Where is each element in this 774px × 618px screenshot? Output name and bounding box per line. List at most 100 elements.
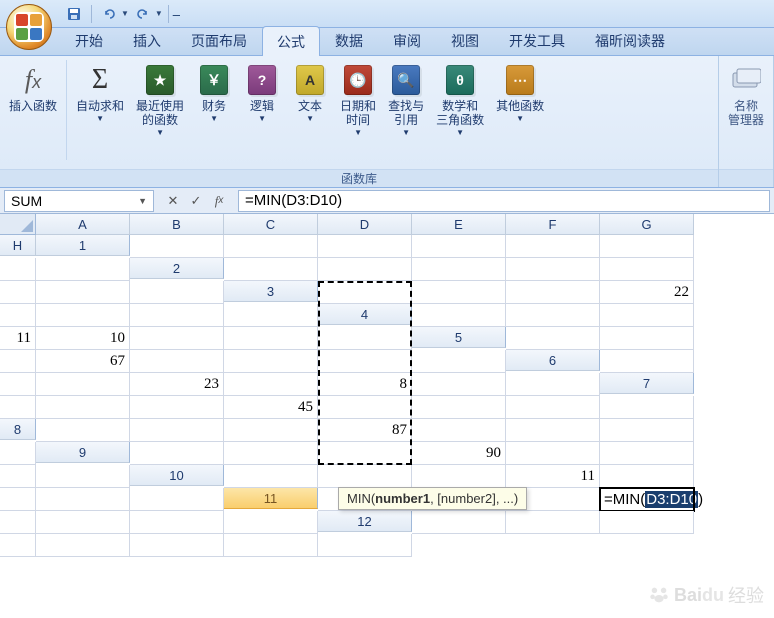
row-header[interactable]: 9 (36, 442, 130, 463)
formula-input[interactable]: =MIN(D3:D10) (238, 190, 770, 212)
row-header[interactable]: 12 (318, 511, 412, 532)
cell[interactable] (130, 235, 224, 258)
cell[interactable] (600, 304, 694, 327)
row-header[interactable]: 4 (318, 304, 412, 325)
cell[interactable] (130, 442, 224, 465)
row-header[interactable]: 7 (600, 373, 694, 394)
column-header[interactable]: A (36, 214, 130, 235)
cell[interactable]: 8 (318, 373, 412, 396)
cell[interactable] (412, 396, 506, 419)
cell[interactable] (224, 511, 318, 534)
text-button[interactable]: A 文本▼ (287, 60, 333, 126)
cell[interactable] (412, 235, 506, 258)
more-functions-button[interactable]: ⋯ 其他函数▼ (491, 60, 549, 126)
tab-home[interactable]: 开始 (60, 25, 118, 55)
redo-dropdown-icon[interactable]: ▼ (155, 9, 163, 18)
cell[interactable] (36, 281, 130, 304)
cell[interactable] (600, 442, 694, 465)
cell[interactable] (0, 373, 36, 396)
cell[interactable] (506, 511, 600, 534)
cell[interactable] (318, 396, 412, 419)
cell[interactable] (224, 327, 318, 350)
cell[interactable] (318, 235, 412, 258)
autosum-button[interactable]: Σ 自动求和▼ (71, 60, 129, 126)
tab-data[interactable]: 数据 (320, 25, 378, 55)
cell[interactable]: 45 (224, 396, 318, 419)
math-trig-button[interactable]: θ 数学和 三角函数▼ (431, 60, 489, 140)
cell[interactable] (130, 304, 224, 327)
tab-developer[interactable]: 开发工具 (494, 25, 580, 55)
column-header[interactable]: H (0, 235, 36, 256)
cell[interactable] (224, 350, 318, 373)
recently-used-button[interactable]: ★ 最近使用 的函数▼ (131, 60, 189, 140)
column-header[interactable]: C (224, 214, 318, 235)
cell[interactable] (506, 396, 600, 419)
cell[interactable] (506, 258, 600, 281)
cell[interactable] (600, 511, 694, 534)
cell[interactable] (506, 442, 600, 465)
cell[interactable] (130, 281, 224, 304)
name-box[interactable]: SUM ▼ (4, 190, 154, 212)
formula-enter-button[interactable]: ✓ (185, 191, 207, 211)
row-header[interactable]: 11 (224, 488, 318, 509)
cell[interactable] (318, 442, 412, 465)
cell[interactable] (130, 396, 224, 419)
cell[interactable] (412, 281, 506, 304)
cell[interactable] (36, 465, 130, 488)
cell[interactable] (318, 350, 412, 373)
financial-button[interactable]: ￥ 财务▼ (191, 60, 237, 126)
formula-fx-button[interactable]: fx (208, 191, 230, 211)
spreadsheet-grid[interactable]: ABCDEFGH12322411105676238745887990101111… (0, 214, 774, 557)
tab-insert[interactable]: 插入 (118, 25, 176, 55)
cell[interactable] (224, 258, 318, 281)
cell[interactable]: 11 (506, 465, 600, 488)
cell[interactable] (130, 350, 224, 373)
cell[interactable]: 67 (36, 350, 130, 373)
cell[interactable] (506, 281, 600, 304)
cell[interactable] (318, 327, 412, 350)
row-header[interactable]: 2 (130, 258, 224, 279)
cell[interactable] (412, 350, 506, 373)
row-header[interactable]: 8 (0, 419, 36, 440)
cell[interactable] (224, 534, 318, 557)
editing-cell[interactable]: =MIN(D3:D10) (600, 488, 694, 511)
cell[interactable] (0, 350, 36, 373)
cell[interactable] (600, 465, 694, 488)
cell[interactable] (36, 304, 130, 327)
cell[interactable] (224, 304, 318, 327)
cell[interactable] (600, 258, 694, 281)
name-box-dropdown-icon[interactable]: ▼ (138, 196, 147, 206)
cell[interactable] (0, 258, 36, 281)
cell[interactable] (36, 534, 130, 557)
cell[interactable] (0, 304, 36, 327)
cell[interactable] (318, 534, 412, 557)
lookup-reference-button[interactable]: 🔍 查找与 引用▼ (383, 60, 429, 140)
cell[interactable] (506, 373, 600, 396)
cell[interactable] (600, 396, 694, 419)
row-header[interactable]: 5 (412, 327, 506, 348)
column-header[interactable]: B (130, 214, 224, 235)
column-header[interactable]: D (318, 214, 412, 235)
undo-button[interactable] (97, 3, 121, 25)
cell[interactable] (600, 327, 694, 350)
redo-button[interactable] (131, 3, 155, 25)
cell[interactable] (412, 465, 506, 488)
cell[interactable] (600, 235, 694, 258)
qat-customize-icon[interactable]: ⚊ (172, 8, 181, 19)
cell[interactable] (506, 304, 600, 327)
office-button[interactable] (6, 4, 52, 50)
cell[interactable] (130, 511, 224, 534)
cell[interactable] (130, 327, 224, 350)
row-header[interactable]: 3 (224, 281, 318, 302)
row-header[interactable]: 6 (506, 350, 600, 371)
cell[interactable] (36, 396, 130, 419)
cell[interactable] (506, 327, 600, 350)
cell[interactable] (318, 258, 412, 281)
cell[interactable] (0, 281, 36, 304)
cell[interactable] (130, 488, 224, 511)
cell[interactable] (318, 465, 412, 488)
cell[interactable] (224, 419, 318, 442)
tab-formulas[interactable]: 公式 (262, 26, 320, 56)
cell[interactable] (318, 281, 412, 304)
cell[interactable] (224, 442, 318, 465)
